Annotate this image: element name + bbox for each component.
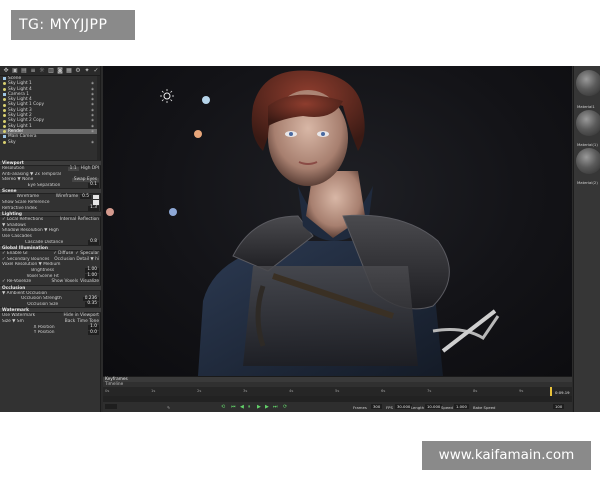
refraction-row: Refractive Index 1.3 xyxy=(2,205,99,211)
check-icon[interactable]: ✓ xyxy=(92,67,100,75)
scene-tree: Scene Sky Light 1 ◉ Sky Light 4 ◉ Camera 1… xyxy=(0,76,100,160)
tick-label: 0s xyxy=(105,388,110,393)
material-ball[interactable] xyxy=(576,110,600,136)
light-icon xyxy=(3,98,6,102)
speed-field[interactable]: 1.000 xyxy=(454,404,469,409)
material-ball[interactable] xyxy=(576,70,600,96)
material-ball[interactable] xyxy=(576,148,600,174)
left-sidebar: ✥ ▣ ▤ ≡ ☼ ▥ ◙ ▦ ⚙ ✦ ✓ Scene Sky Light 1 ◉… xyxy=(0,66,101,412)
curve-icon[interactable]: ✎ xyxy=(167,405,170,410)
light-gizmo-orange-icon[interactable] xyxy=(194,130,202,138)
material-library: Material1 Material(1) Material(2) xyxy=(573,66,600,412)
move-icon[interactable]: ✥ xyxy=(2,67,10,75)
playhead[interactable] xyxy=(550,387,552,396)
character-model xyxy=(198,70,500,376)
light-icon xyxy=(3,119,6,123)
camera-icon xyxy=(3,135,6,139)
skip-start-icon[interactable]: ⏮ xyxy=(231,404,236,410)
zoom-field[interactable] xyxy=(105,404,117,409)
light-icon[interactable]: ☼ xyxy=(38,67,46,75)
site-watermark: www.kaifamain.com xyxy=(422,441,591,470)
light-icon xyxy=(3,103,6,107)
settings-icon[interactable]: ⚙ xyxy=(74,67,82,75)
tick-label: 2s xyxy=(197,388,202,393)
camera-icon[interactable]: ◙ xyxy=(56,67,64,75)
tick-label: 7s xyxy=(427,388,432,393)
step-back-icon[interactable]: ◀ xyxy=(240,404,244,410)
timeline-ruler[interactable]: 0s 1s 2s 3s 4s 5s 6s 7s 8s 9s 0:09.19 xyxy=(103,387,572,396)
light-icon xyxy=(3,87,6,91)
folder-icon xyxy=(3,77,6,81)
scene-toolbar: ✥ ▣ ▤ ≡ ☼ ▥ ◙ ▦ ⚙ ✦ ✓ xyxy=(0,66,100,76)
light-gizmo-blue-icon[interactable] xyxy=(202,96,210,104)
tick-label: 5s xyxy=(335,388,340,393)
tree-item[interactable]: Sky ◉ xyxy=(0,140,100,145)
loop-icon[interactable]: ⟲ xyxy=(221,404,225,410)
light-icon xyxy=(3,108,6,112)
record-icon[interactable]: ⟳ xyxy=(283,404,287,410)
light-gizmo-lavender-icon[interactable] xyxy=(169,208,177,216)
pause-icon[interactable]: ⏸ xyxy=(248,404,251,410)
tree-scrollbar[interactable] xyxy=(97,76,100,160)
visibility-icon[interactable]: ◉ xyxy=(91,140,94,145)
step-forward-icon[interactable]: ▶ xyxy=(265,404,269,410)
light-gizmo-pink-icon[interactable] xyxy=(106,208,114,216)
tick-label: 6s xyxy=(381,388,386,393)
fps-field[interactable]: 30.000 xyxy=(395,404,413,409)
viewport-render xyxy=(106,70,500,376)
light-icon xyxy=(3,124,6,128)
length-field[interactable]: 10.000 xyxy=(425,404,443,409)
telegram-watermark: TG: MYYJJPP xyxy=(11,10,135,40)
gear-icon[interactable]: ✦ xyxy=(83,67,91,75)
3d-viewport[interactable] xyxy=(103,66,572,376)
eye-separation-row: Eye Separation 0.1 xyxy=(27,182,99,188)
timeline-panel: Keyframes Timeline 0s 1s 2s 3s 4s 5s 6s … xyxy=(103,376,572,412)
end-time: 0:09.19 xyxy=(555,390,570,395)
tick-label: 4s xyxy=(289,388,294,393)
light-gizmo-sun-icon[interactable] xyxy=(160,89,174,103)
list-icon[interactable]: ≡ xyxy=(29,67,37,75)
light-icon xyxy=(3,140,6,144)
wireframe-color-swatch[interactable] xyxy=(93,194,99,200)
marmoset-toolbag-window: ✥ ▣ ▤ ≡ ☼ ▥ ◙ ▦ ⚙ ✦ ✓ Scene Sky Light 1 ◉… xyxy=(0,66,600,412)
tick-label: 3s xyxy=(243,388,248,393)
skip-end-icon[interactable]: ⏭ xyxy=(273,404,278,410)
properties-panel: Viewport Resolution 1:1 High DPI Anti-alia… xyxy=(0,160,101,412)
playback-controls: ✎ ⟲ ⏮ ◀ ⏸ ▶ ▶ ⏭ ⟳ Frames 300 FPS 30.000 … xyxy=(103,402,572,412)
tick-label: 8s xyxy=(473,388,478,393)
occlusion-size-row: Occlusion Size 0.35 xyxy=(27,301,99,307)
tick-label: 9s xyxy=(519,388,524,393)
timeline-zoom-field[interactable]: 100 xyxy=(553,404,565,409)
folder-icon[interactable]: ▤ xyxy=(20,67,28,75)
layer-icon[interactable]: ▦ xyxy=(65,67,73,75)
play-icon[interactable]: ▶ xyxy=(257,404,261,410)
cascade-distance-row: Cascade Distance 0.8 xyxy=(24,239,99,245)
light-icon xyxy=(3,130,6,134)
light-icon xyxy=(3,114,6,118)
frames-field[interactable]: 300 xyxy=(371,404,383,409)
scene-icon[interactable]: ▣ xyxy=(11,67,19,75)
tick-label: 1s xyxy=(151,388,156,393)
filter-icon[interactable]: ▥ xyxy=(47,67,55,75)
light-icon xyxy=(3,82,6,86)
camera-icon xyxy=(3,93,6,97)
y-position-row: Y Position 0.0 xyxy=(33,329,99,336)
